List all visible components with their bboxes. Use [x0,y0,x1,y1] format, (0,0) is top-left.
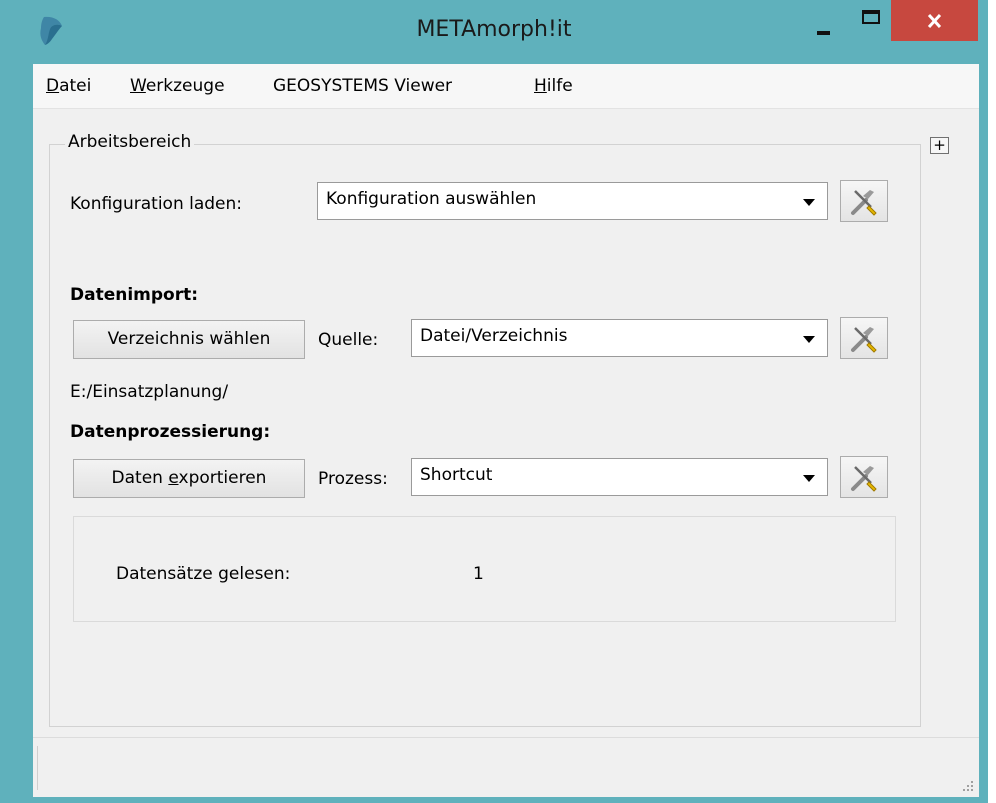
status-divider [37,746,38,790]
records-read-label: Datensätze gelesen: [116,564,291,584]
process-label: Prozess: [318,469,388,489]
process-select-value: Shortcut [420,465,493,485]
source-select-value: Datei/Verzeichnis [420,326,568,346]
wrench-screwdriver-icon [851,327,877,353]
config-select-value: Konfiguration auswählen [326,189,537,209]
menu-werkzeuge-label: erkzeuge [145,76,225,96]
workspace-group-title: Arbeitsbereich [65,132,195,152]
app-window: METAmorph!it Datei Werkzeuge GEOSYSTEMS … [0,0,988,803]
title-bar[interactable]: METAmorph!it [0,0,988,64]
process-tool-button[interactable] [840,456,888,498]
config-tool-button[interactable] [840,180,888,222]
client-area: Datei Werkzeuge GEOSYSTEMS Viewer Hilfe … [33,64,979,797]
close-button[interactable] [891,0,978,41]
source-select[interactable]: Datei/Verzeichnis [411,319,828,357]
expand-button[interactable]: + [930,137,949,154]
records-read-value: 1 [473,564,484,584]
maximize-button[interactable] [848,0,894,40]
menu-geosystems-label: GEOSYSTEMS Viewer [273,76,453,96]
process-select[interactable]: Shortcut [411,458,828,496]
export-data-button[interactable]: Daten exportieren [73,459,305,498]
minimize-button[interactable] [800,0,846,40]
menu-hilfe-label: ilfe [546,76,573,96]
wrench-screwdriver-icon [851,466,877,492]
export-button-label-b: xportieren [178,468,267,488]
config-select[interactable]: Konfiguration auswählen [317,182,828,220]
menu-datei[interactable]: Datei [46,76,91,96]
import-path: E:/Einsatzplanung/ [70,382,229,402]
config-label: Konfiguration laden: [70,194,243,214]
maximize-icon [862,10,880,24]
import-heading: Datenimport: [70,285,199,305]
processing-heading: Datenprozessierung: [70,422,271,442]
chevron-down-icon [803,199,815,206]
menu-bar: Datei Werkzeuge GEOSYSTEMS Viewer Hilfe [33,64,979,109]
chevron-down-icon [803,336,815,343]
menu-hilfe-mnemonic: H [534,76,547,96]
source-label: Quelle: [318,330,379,350]
status-bar [33,737,979,797]
minimize-icon [817,31,830,35]
close-icon [927,14,942,28]
export-button-label-a: Daten [111,468,169,488]
source-tool-button[interactable] [840,317,888,359]
chevron-down-icon [803,475,815,482]
menu-geosystems-viewer[interactable]: GEOSYSTEMS Viewer [273,76,452,96]
export-button-mnemonic: e [168,468,179,488]
menu-datei-mnemonic: D [46,76,60,96]
wrench-screwdriver-icon [851,190,877,216]
menu-werkzeuge-mnemonic: W [130,76,146,96]
menu-hilfe[interactable]: Hilfe [534,76,573,96]
resize-grip-icon[interactable] [961,779,973,791]
menu-datei-label: atei [59,76,92,96]
menu-werkzeuge[interactable]: Werkzeuge [130,76,225,96]
choose-directory-button[interactable]: Verzeichnis wählen [73,320,305,359]
